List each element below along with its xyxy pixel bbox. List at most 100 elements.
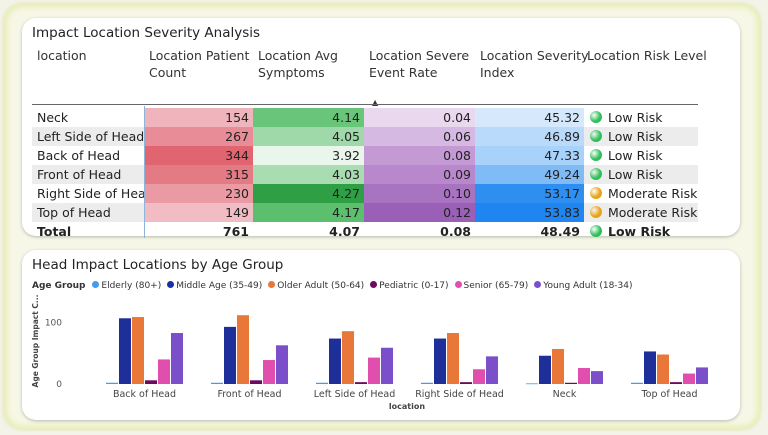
risk-level-cell: Low Risk [584, 222, 698, 241]
bar[interactable] [368, 357, 380, 384]
total-row[interactable]: Total 761 4.07 0.08 48.49 Low Risk [32, 222, 698, 241]
avg-symptoms-cell: 4.17 [253, 203, 364, 222]
y-axis-label: Age Group Impact C... [31, 294, 40, 387]
column-divider [144, 106, 145, 238]
table-row[interactable]: Front of Head 315 4.03 0.09 49.24 Low Risk [32, 165, 698, 184]
bar[interactable] [591, 371, 603, 384]
bar[interactable] [421, 382, 433, 384]
table-row[interactable]: Left Side of Head 267 4.05 0.06 46.89 Low Ris… [32, 127, 698, 146]
sort-ascending-icon[interactable]: ▲ [372, 99, 378, 107]
patient-count-cell: 154 [144, 108, 253, 127]
risk-label: Low Risk [608, 129, 663, 144]
severity-index-cell: 53.83 [475, 203, 584, 222]
severe-rate-cell: 0.08 [440, 224, 471, 239]
risk-label: Moderate Risk [608, 205, 698, 220]
patient-count-cell: 761 [222, 224, 249, 239]
bar-chart: Age Group Impact C... 0 100 Back of Head Fro… [31, 294, 708, 411]
x-tick-label: Top of Head [640, 389, 697, 400]
patient-count-cell: 149 [144, 203, 253, 222]
bar[interactable] [565, 382, 577, 384]
header-patient-count[interactable]: Location Patient Count [149, 47, 249, 81]
risk-label: Low Risk [608, 167, 663, 182]
age-group-chart-card: Head Impact Locations by Age Group Age G… [22, 250, 740, 420]
location-cell: Top of Head [37, 205, 111, 220]
avg-symptoms-cell: 4.03 [253, 165, 364, 184]
severity-index-cell: 53.17 [475, 184, 584, 203]
bar[interactable] [539, 355, 551, 384]
x-axis-label: location [389, 402, 425, 411]
risk-level-cell: Low Risk [584, 146, 698, 165]
severe-rate-cell: 0.12 [364, 203, 475, 222]
bar[interactable] [132, 317, 144, 384]
bar[interactable] [670, 382, 682, 384]
risk-label: Moderate Risk [608, 186, 698, 201]
bar[interactable] [631, 382, 643, 384]
header-divider [32, 104, 698, 105]
table-title: Impact Location Severity Analysis [32, 25, 261, 41]
x-tick-label: Back of Head [113, 389, 176, 400]
table-row[interactable]: Right Side of Head 230 4.27 0.10 53.17 Modera… [32, 184, 698, 203]
avg-symptoms-cell: 3.92 [253, 146, 364, 165]
table-header: location Location Patient Count Location … [32, 44, 710, 107]
bar[interactable] [237, 315, 249, 384]
bar[interactable] [473, 369, 485, 384]
bar[interactable] [578, 368, 590, 384]
patient-count-cell: 315 [144, 165, 253, 184]
bar[interactable] [106, 382, 118, 384]
bar[interactable] [276, 345, 288, 384]
avg-symptoms-cell: 4.14 [253, 108, 364, 127]
avg-symptoms-cell: 4.27 [253, 184, 364, 203]
x-tick-label: Left Side of Head [314, 389, 395, 400]
bar[interactable] [211, 382, 223, 384]
risk-indicator-icon [590, 225, 602, 237]
table-row[interactable]: Neck 154 4.14 0.04 45.32 Low Risk [32, 108, 698, 127]
bar[interactable] [250, 380, 262, 384]
bar[interactable] [644, 351, 656, 384]
bar[interactable] [355, 382, 367, 384]
table-row[interactable]: Back of Head 344 3.92 0.08 47.33 Low Risk [32, 146, 698, 165]
location-cell: Right Side of Head [37, 186, 154, 201]
bar[interactable] [316, 382, 328, 384]
bar[interactable] [486, 356, 498, 384]
risk-indicator-icon [590, 149, 602, 161]
patient-count-cell: 267 [144, 127, 253, 146]
severity-index-cell: 47.33 [475, 146, 584, 165]
bar[interactable] [460, 382, 472, 384]
risk-indicator-icon [590, 187, 602, 199]
avg-symptoms-cell: 4.05 [253, 127, 364, 146]
risk-label: Low Risk [608, 224, 671, 239]
bar[interactable] [342, 331, 354, 384]
location-cell: Left Side of Head [37, 129, 145, 144]
bar[interactable] [381, 347, 393, 384]
header-severe-event-rate[interactable]: Location Severe Event Rate [369, 47, 469, 81]
header-avg-symptoms[interactable]: Location Avg Symptoms [258, 47, 338, 81]
patient-count-cell: 230 [144, 184, 253, 203]
bar[interactable] [329, 338, 341, 384]
avg-symptoms-cell: 4.07 [329, 224, 360, 239]
severe-rate-cell: 0.08 [364, 146, 475, 165]
bar[interactable] [683, 373, 695, 384]
bar[interactable] [657, 354, 669, 384]
table-row[interactable]: Top of Head 149 4.17 0.12 53.83 Moderate Risk [32, 203, 698, 222]
bar[interactable] [171, 333, 183, 384]
bar[interactable] [119, 318, 131, 384]
location-cell: Back of Head [37, 148, 121, 163]
risk-indicator-icon [590, 130, 602, 142]
header-severity-index[interactable]: Location Severity Index [480, 47, 588, 81]
bar[interactable] [158, 359, 170, 384]
risk-indicator-icon [590, 168, 602, 180]
severity-index-cell: 49.24 [475, 165, 584, 184]
risk-level-cell: Moderate Risk [584, 203, 698, 222]
bar[interactable] [526, 383, 538, 385]
location-cell: Front of Head [37, 167, 122, 182]
bar[interactable] [696, 367, 708, 384]
bar[interactable] [145, 380, 157, 384]
bar[interactable] [552, 348, 564, 384]
header-risk-level[interactable]: Location Risk Level [587, 47, 707, 64]
bar[interactable] [224, 326, 236, 384]
severity-index-cell: 46.89 [475, 127, 584, 146]
bar[interactable] [447, 333, 459, 384]
bar[interactable] [263, 360, 275, 384]
header-location[interactable]: location [37, 47, 87, 64]
bar[interactable] [434, 338, 446, 384]
